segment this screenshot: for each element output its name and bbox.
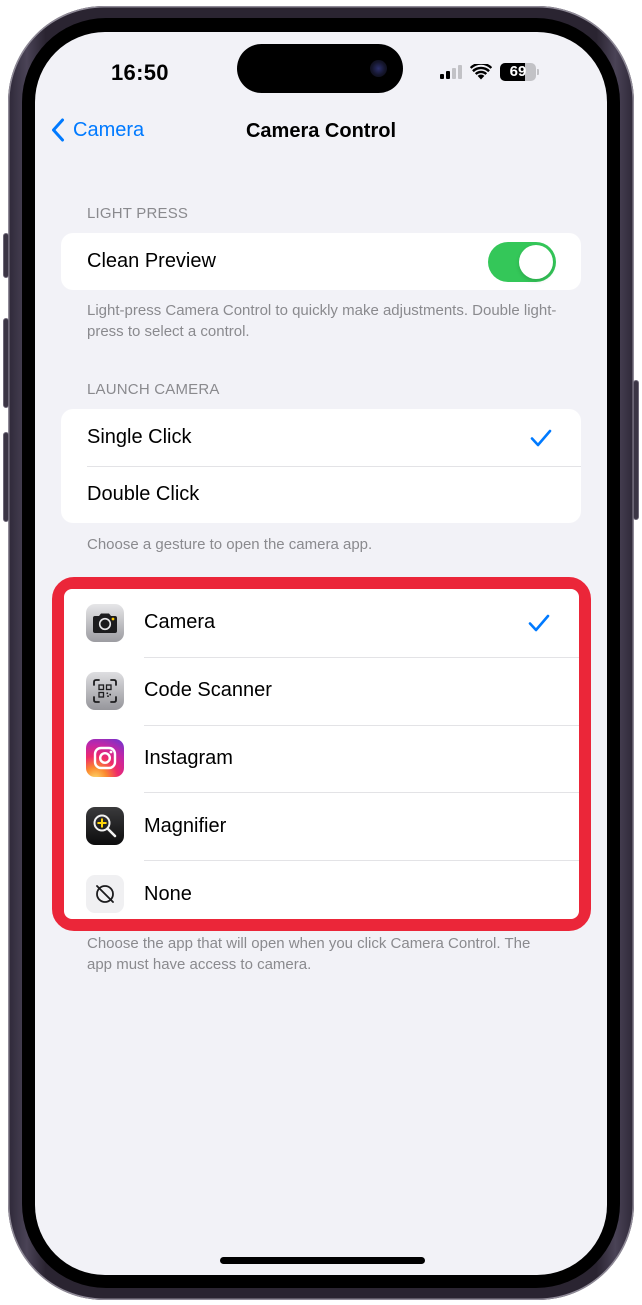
status-bar: 16:50 69 — [35, 32, 607, 112]
volume-up-button — [3, 318, 9, 408]
side-power-button — [633, 380, 639, 520]
magnifier-app-icon — [86, 807, 124, 846]
battery-cap — [537, 69, 539, 75]
app-option-none[interactable]: None — [64, 860, 579, 919]
clean-preview-row: Clean Preview — [61, 233, 581, 290]
clean-preview-label: Clean Preview — [87, 250, 216, 272]
wifi-icon — [470, 64, 492, 80]
code-scanner-app-icon — [86, 671, 124, 710]
app-option-label: Code Scanner — [144, 679, 272, 702]
checkmark-icon — [530, 429, 552, 446]
checkmark-icon — [528, 614, 550, 632]
single-click-option[interactable]: Single Click — [61, 409, 581, 466]
screen: 16:50 69 Camera Camera Control LIGHT PRE… — [35, 32, 607, 1275]
double-click-label: Double Click — [87, 483, 200, 505]
volume-down-button — [3, 432, 9, 522]
clean-preview-toggle[interactable] — [488, 242, 556, 282]
battery-icon: 69 — [500, 63, 536, 81]
dynamic-island — [237, 44, 403, 93]
status-icons: 69 — [440, 62, 539, 82]
toggle-knob — [519, 245, 553, 279]
app-option-label: Magnifier — [144, 814, 227, 837]
cellular-signal-icon — [440, 65, 462, 79]
app-option-magnifier[interactable]: Magnifier — [64, 792, 579, 860]
battery-percent: 69 — [509, 63, 527, 80]
app-option-code-scanner[interactable]: Code Scanner — [64, 656, 579, 725]
launch-camera-card: Single Click Double Click — [61, 409, 581, 523]
single-click-label: Single Click — [87, 426, 192, 448]
navigation-bar: Camera Camera Control — [35, 112, 607, 156]
camera-app-icon — [86, 603, 124, 642]
double-click-option[interactable]: Double Click — [61, 466, 581, 523]
app-option-label: Camera — [144, 611, 216, 634]
app-option-label: None — [144, 882, 192, 905]
app-option-label: Instagram — [144, 746, 233, 769]
status-time: 16:50 — [111, 60, 169, 85]
launch-camera-header: LAUNCH CAMERA — [87, 381, 220, 398]
action-button — [3, 233, 9, 278]
light-press-header: LIGHT PRESS — [87, 205, 189, 222]
none-slash-icon — [86, 875, 124, 914]
app-option-instagram[interactable]: Instagram — [64, 724, 579, 793]
page-title: Camera Control — [245, 120, 397, 142]
instagram-app-icon — [86, 739, 124, 778]
light-press-footer: Light-press Camera Control to quickly ma… — [87, 302, 557, 340]
light-press-card: Clean Preview — [61, 233, 581, 290]
app-selection-footer: Choose the app that will open when you c… — [87, 935, 531, 973]
front-camera-icon — [370, 60, 387, 77]
app-option-camera[interactable]: Camera — [64, 589, 579, 657]
app-selection-card: Camera Code Scanner Instagram Magnifier … — [64, 589, 579, 919]
home-indicator[interactable] — [220, 1257, 425, 1264]
launch-camera-footer: Choose a gesture to open the camera app. — [87, 536, 373, 553]
